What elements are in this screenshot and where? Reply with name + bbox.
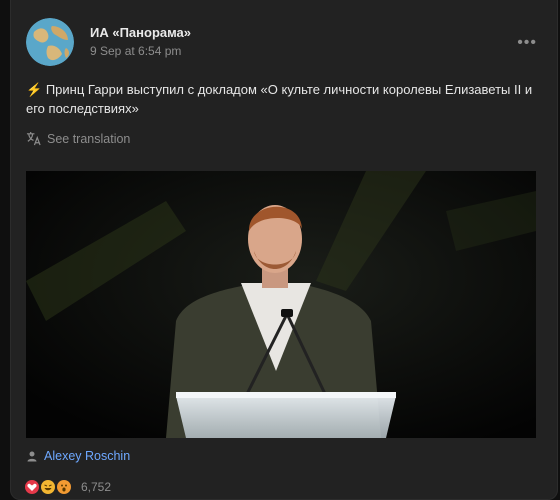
user-icon [27,451,37,462]
lightning-icon: ⚡ [26,82,43,97]
post-text: ⚡ Принц Гарри выступил с докладом «О кул… [26,80,538,118]
photo-speaker-at-podium [26,171,536,438]
reactions-bar[interactable]: 6,752 [25,480,111,494]
post-date[interactable]: 9 Sep at 6:54 pm [90,44,181,58]
translate-icon [26,131,41,146]
post-card: ИА «Панорама» 9 Sep at 6:54 pm ••• ⚡ При… [10,0,558,500]
author-name[interactable]: Alexey Roschin [44,449,130,463]
heart-reaction-icon[interactable] [25,480,39,494]
channel-avatar[interactable] [26,18,74,66]
reactions-count: 6,752 [81,480,112,494]
post-author[interactable]: Alexey Roschin [26,449,130,463]
post-text-body: Принц Гарри выступил с докладом «О культ… [26,82,533,116]
laugh-reaction-icon[interactable] [41,480,55,494]
see-translation-label: See translation [47,131,131,146]
more-options-icon[interactable]: ••• [517,34,537,52]
globe-icon [26,18,74,66]
see-translation-button[interactable]: See translation [26,131,130,146]
channel-name[interactable]: ИА «Панорама» [90,25,191,40]
post-photo[interactable] [26,171,536,438]
wow-reaction-icon[interactable] [57,480,71,494]
